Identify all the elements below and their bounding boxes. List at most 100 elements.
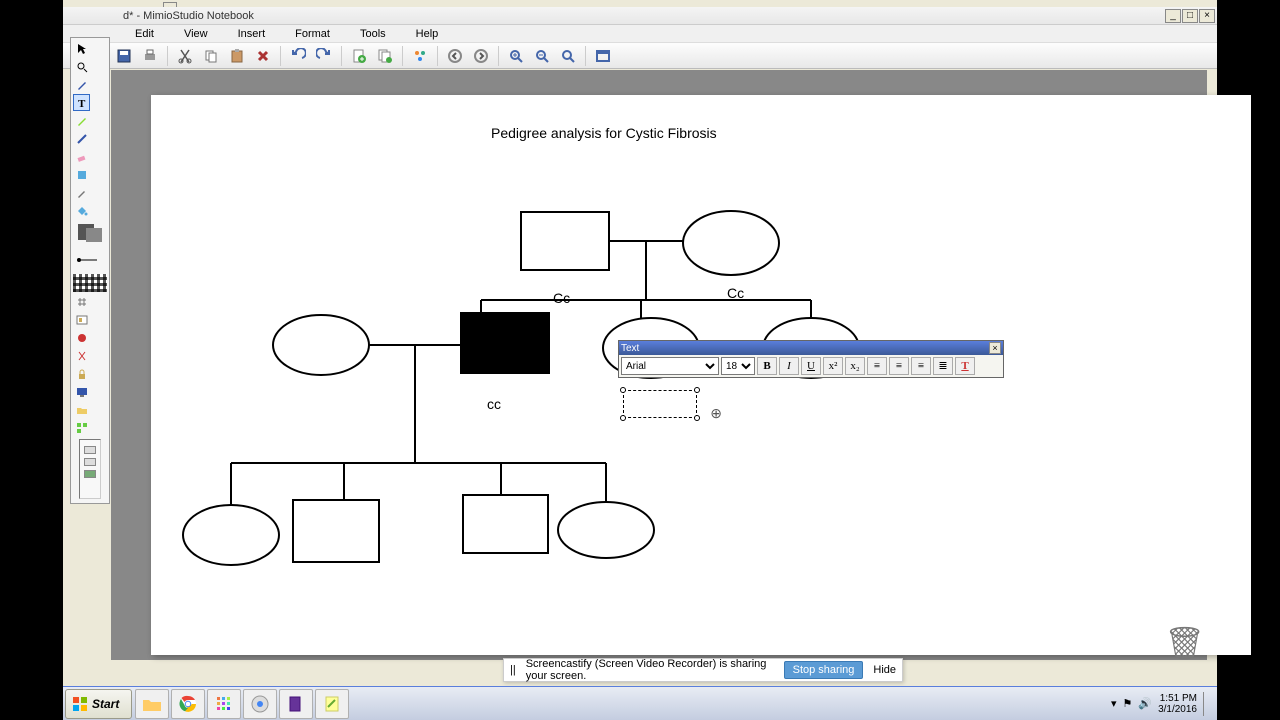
system-tray: ▾ ⚑ 🔊 1:51 PM 3/1/2016: [1111, 692, 1217, 716]
menu-bar: Edit View Insert Format Tools Help: [63, 25, 1217, 43]
cut-icon[interactable]: [174, 45, 196, 67]
line-tool-icon[interactable]: [73, 130, 90, 147]
copy-icon[interactable]: [200, 45, 222, 67]
font-family-select[interactable]: Arial: [621, 357, 719, 375]
save-icon[interactable]: [113, 45, 135, 67]
hide-share-bar-button[interactable]: Hide: [873, 664, 896, 676]
next-page-icon[interactable]: [470, 45, 492, 67]
font-size-select[interactable]: 18: [721, 357, 755, 375]
minimize-button[interactable]: _: [1165, 9, 1181, 23]
taskbar-explorer-icon[interactable]: [135, 689, 169, 719]
text-format-toolbar[interactable]: Text × Arial 18 B I U x² x₂ ≡ ≡ ≡ ≣ T: [618, 340, 1004, 378]
window-title: d* - MimioStudio Notebook: [123, 10, 254, 22]
align-right-button[interactable]: ≡: [911, 357, 931, 375]
menu-view[interactable]: View: [172, 27, 220, 41]
show-desktop-icon[interactable]: [1203, 692, 1211, 716]
fullscreen-icon[interactable]: [592, 45, 614, 67]
underline-button[interactable]: U: [801, 357, 821, 375]
tray-volume-icon[interactable]: 🔊: [1138, 697, 1152, 710]
menu-tools[interactable]: Tools: [348, 27, 398, 41]
align-center-button[interactable]: ≡: [889, 357, 909, 375]
taskbar: Start ▾ ⚑ 🔊 1:51 PM 3/1/2016: [63, 686, 1217, 720]
menu-help[interactable]: Help: [404, 27, 451, 41]
undo-icon[interactable]: [287, 45, 309, 67]
zoom-in-icon[interactable]: [505, 45, 527, 67]
bullet-list-button[interactable]: ≣: [933, 357, 953, 375]
clock-time: 1:51 PM: [1158, 693, 1197, 704]
opacity-slider[interactable]: [79, 439, 101, 499]
duplicate-page-icon[interactable]: [374, 45, 396, 67]
tray-flag-icon[interactable]: ⚑: [1122, 697, 1132, 710]
brush-tool-icon[interactable]: [73, 184, 90, 201]
move-handle-icon[interactable]: ⊕: [710, 405, 722, 422]
zoom-out-icon[interactable]: [531, 45, 553, 67]
screen-share-message: Screencastify (Screen Video Recorder) is…: [526, 658, 774, 682]
fill-tool-icon[interactable]: [73, 202, 90, 219]
resize-handle-tl[interactable]: [620, 387, 626, 393]
trash-icon[interactable]: 🗑: [1164, 624, 1205, 662]
lock-icon[interactable]: [73, 365, 90, 382]
font-color-button[interactable]: T: [955, 357, 975, 375]
tray-expand-icon[interactable]: ▾: [1111, 697, 1117, 710]
main-toolbar: [63, 43, 1217, 69]
taskbar-apps-icon[interactable]: [207, 689, 241, 719]
title-bar: d* - MimioStudio Notebook _ □ ×: [63, 7, 1217, 25]
taskbar-notes-icon[interactable]: [315, 689, 349, 719]
resize-handle-br[interactable]: [694, 415, 700, 421]
italic-button[interactable]: I: [779, 357, 799, 375]
text-toolbar-close-button[interactable]: ×: [989, 342, 1001, 354]
superscript-button[interactable]: x²: [823, 357, 843, 375]
resize-handle-bl[interactable]: [620, 415, 626, 421]
taskbar-mimio-icon[interactable]: [279, 689, 313, 719]
taskbar-chrome2-icon[interactable]: [243, 689, 277, 719]
pattern-tool-icon[interactable]: [73, 274, 107, 292]
shape-tool-icon[interactable]: [73, 166, 90, 183]
zoom-tool-icon[interactable]: [73, 58, 90, 75]
eraser-tool-icon[interactable]: [73, 148, 90, 165]
grid-toggle-icon[interactable]: [73, 293, 90, 310]
screen-icon[interactable]: [73, 383, 90, 400]
maximize-button[interactable]: □: [1182, 9, 1198, 23]
text-toolbar-title: Text: [621, 343, 639, 354]
pen-tool-icon[interactable]: [73, 76, 90, 93]
active-text-box[interactable]: ⊕: [623, 390, 697, 418]
taskbar-chrome-icon[interactable]: [171, 689, 205, 719]
align-left-button[interactable]: ≡: [867, 357, 887, 375]
bold-button[interactable]: B: [757, 357, 777, 375]
paste-icon[interactable]: [226, 45, 248, 67]
screen-share-bar: || Screencastify (Screen Video Recorder)…: [503, 658, 903, 682]
stop-sharing-button[interactable]: Stop sharing: [784, 661, 864, 679]
clock-date: 3/1/2016: [1158, 704, 1197, 715]
resize-handle-tr[interactable]: [694, 387, 700, 393]
zoom-fit-icon[interactable]: [557, 45, 579, 67]
taskbar-clock[interactable]: 1:51 PM 3/1/2016: [1158, 693, 1197, 715]
line-weight-icon[interactable]: [73, 247, 107, 273]
text-tool-icon[interactable]: T: [73, 94, 90, 111]
apps-icon[interactable]: [73, 419, 90, 436]
start-label: Start: [92, 697, 119, 711]
subscript-button[interactable]: x₂: [845, 357, 865, 375]
genotype-label-cc1: Cc: [553, 290, 570, 306]
new-page-icon[interactable]: [348, 45, 370, 67]
highlighter-tool-icon[interactable]: [73, 112, 90, 129]
cut2-icon[interactable]: [73, 347, 90, 364]
svg-text:T: T: [78, 98, 86, 109]
print-icon[interactable]: [139, 45, 161, 67]
delete-icon[interactable]: [252, 45, 274, 67]
collaborate-icon[interactable]: [409, 45, 431, 67]
prev-page-icon[interactable]: [444, 45, 466, 67]
redo-icon[interactable]: [313, 45, 335, 67]
close-button[interactable]: ×: [1199, 9, 1215, 23]
tool-palette: T: [70, 37, 110, 504]
menu-format[interactable]: Format: [283, 27, 342, 41]
gallery-icon[interactable]: [73, 311, 90, 328]
app-window: × d* - MimioStudio Notebook _ □ × Edit V…: [63, 0, 1217, 720]
menu-insert[interactable]: Insert: [226, 27, 278, 41]
select-tool-icon[interactable]: [73, 40, 90, 57]
folder-icon[interactable]: [73, 401, 90, 418]
menu-edit[interactable]: Edit: [123, 27, 166, 41]
pause-share-icon[interactable]: ||: [510, 664, 516, 676]
record-icon[interactable]: [73, 329, 90, 346]
color-swatch[interactable]: [73, 220, 107, 246]
start-button[interactable]: Start: [65, 689, 132, 719]
